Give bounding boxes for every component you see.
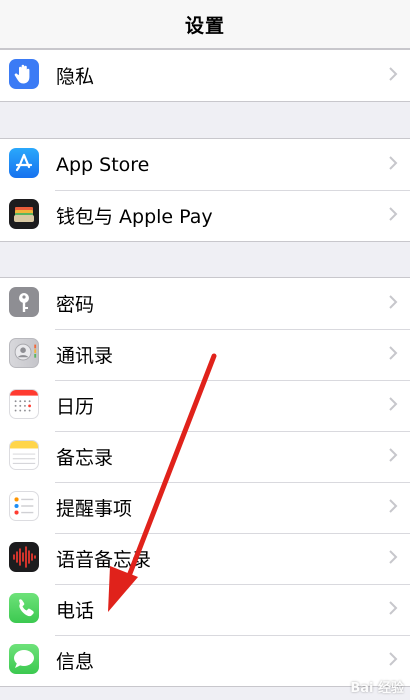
- settings-row-privacy[interactable]: 隐私: [0, 50, 410, 101]
- chevron-right-icon: [389, 550, 398, 564]
- chevron-right-icon: [389, 499, 398, 513]
- settings-row-phone[interactable]: 电话: [0, 584, 410, 635]
- settings-group-store: App Store 钱包与 Apple Pay: [0, 138, 410, 242]
- settings-row-label: 隐私: [56, 66, 95, 88]
- chevron-right-icon: [389, 207, 398, 221]
- settings-group-privacy: 隐私: [0, 49, 410, 102]
- settings-row-wallet[interactable]: 钱包与 Apple Pay: [0, 190, 410, 241]
- chevron-right-icon: [389, 601, 398, 615]
- settings-row-label: 备忘录: [56, 447, 114, 469]
- contacts-icon: [9, 338, 39, 368]
- settings-row-label: 日历: [56, 396, 95, 418]
- chevron-right-icon: [389, 295, 398, 309]
- chevron-right-icon: [389, 397, 398, 411]
- watermark: Bai 经验: [350, 681, 404, 696]
- settings-group-apps: 密码 通讯录 日历 备忘录 提醒事项 语音备忘录 电话 信息: [0, 277, 410, 687]
- settings-row-label: App Store: [56, 153, 150, 176]
- chevron-right-icon: [389, 346, 398, 360]
- settings-row-voice-memos[interactable]: 语音备忘录: [0, 533, 410, 584]
- wallet-icon: [9, 199, 39, 229]
- settings-row-label: 密码: [56, 294, 95, 316]
- chevron-right-icon: [389, 448, 398, 462]
- hand-icon: [9, 59, 39, 89]
- settings-row-label: 信息: [56, 651, 95, 673]
- navigation-bar: 设置: [0, 0, 410, 49]
- key-icon: [9, 287, 39, 317]
- settings-row-messages[interactable]: 信息: [0, 635, 410, 686]
- settings-row-label: 提醒事项: [56, 498, 133, 520]
- settings-row-app-store[interactable]: App Store: [0, 139, 410, 190]
- settings-row-reminders[interactable]: 提醒事项: [0, 482, 410, 533]
- settings-row-calendar[interactable]: 日历: [0, 380, 410, 431]
- chevron-right-icon: [389, 652, 398, 666]
- app-store-icon: [9, 148, 39, 178]
- notes-icon: [9, 440, 39, 470]
- settings-row-label: 语音备忘录: [56, 549, 152, 571]
- settings-row-contacts[interactable]: 通讯录: [0, 329, 410, 380]
- messages-icon: [9, 644, 39, 674]
- voice-memos-icon: [9, 542, 39, 572]
- chevron-right-icon: [389, 67, 398, 81]
- settings-row-notes[interactable]: 备忘录: [0, 431, 410, 482]
- settings-row-label: 钱包与 Apple Pay: [56, 206, 213, 228]
- page-title: 设置: [184, 14, 225, 37]
- phone-icon: [9, 593, 39, 623]
- calendar-icon: [9, 389, 39, 419]
- settings-row-label: 电话: [56, 600, 95, 622]
- settings-row-passwords[interactable]: 密码: [0, 278, 410, 329]
- chevron-right-icon: [389, 156, 398, 170]
- reminders-icon: [9, 491, 39, 521]
- settings-row-label: 通讯录: [56, 345, 114, 367]
